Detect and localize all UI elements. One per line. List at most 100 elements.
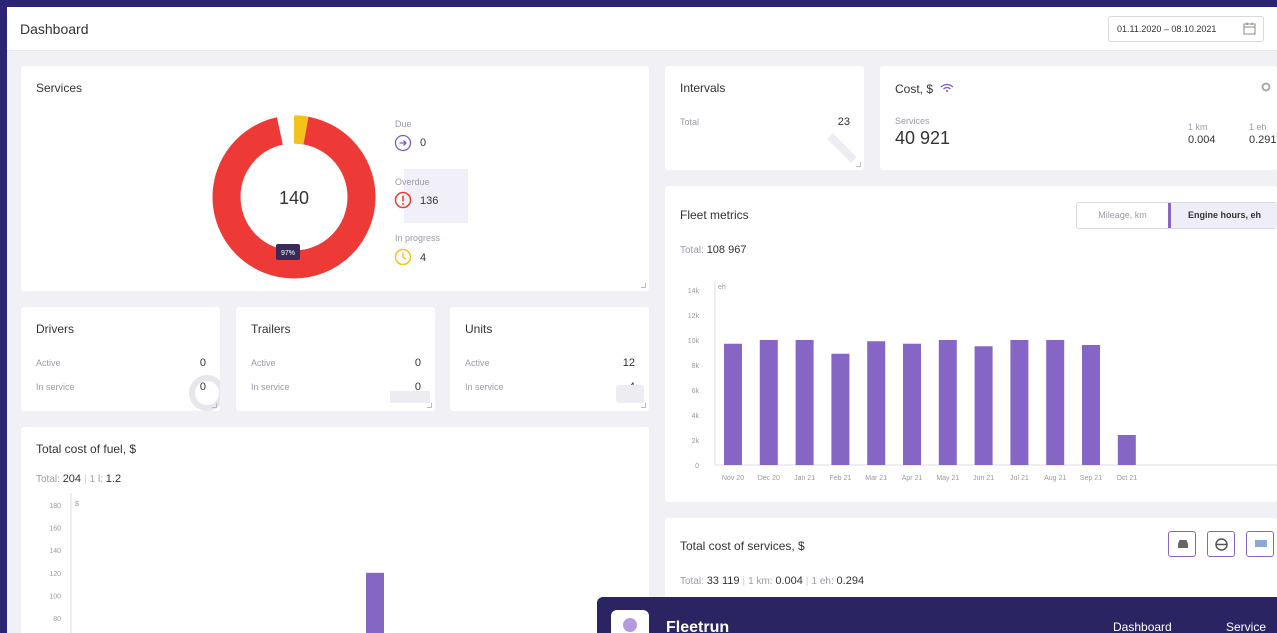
donut-percent-label: 97% [281,250,295,257]
resize-handle[interactable] [856,162,861,167]
y-tick-label: 10k [688,338,700,345]
filter-trailers-button[interactable] [1246,531,1274,557]
cost-services-label: Services [895,116,930,126]
x-tick-label: Aug 21 [1044,475,1066,482]
cost-per-eh-label: 1 eh [1249,122,1267,132]
drivers-active-label: Active [36,358,61,368]
units-active-value: 12 [622,357,635,369]
fleet-metrics-tabs: Mileage, km Engine hours, eh [1076,202,1277,229]
y-tick-label: 14k [688,288,700,295]
fleetrun-logo-icon [611,610,649,633]
bar-aug-21 [1046,340,1065,465]
drivers-active-value: 0 [199,357,206,369]
top-bar: Dashboard 01.11.2020 – 08.10.2021 [7,7,1277,51]
fuel-per-l-value: 1.2 [105,473,122,485]
trailers-active-label: Active [251,358,276,368]
y-tick-label: 140 [49,548,61,555]
bar-mar-21 [867,341,886,465]
resize-handle[interactable] [641,403,646,408]
trailers-in-service-label: In service [251,382,290,392]
alert-circle-icon [394,191,412,209]
x-tick-label: Jul 21 [1010,475,1029,482]
y-tick-label: 100 [49,593,61,600]
fleet-metrics-total: Total: 108 967 [680,244,746,256]
page-title: Dashboard [20,21,89,37]
fuel-cost-card: Total cost of fuel, $ Total: 204 | 1 l: 1.… [21,427,649,633]
y-tick-label: 12k [688,313,700,320]
services-per-km-label: 1 km: [748,576,773,587]
x-tick-label: Feb 21 [830,475,852,482]
filter-drivers-button[interactable] [1207,531,1235,557]
bar-feb-21 [831,353,850,465]
y-tick-label: 80 [53,616,61,623]
services-cost-title: Total cost of services, $ [680,539,805,553]
x-tick-label: Jun 21 [973,475,994,482]
drivers-title: Drivers [36,322,74,336]
fuel-cost-totals: Total: 204 | 1 l: 1.2 [36,473,122,485]
trailers-title: Trailers [251,322,291,336]
fleet-metrics-card: Fleet metrics Mileage, km Engine hours, … [665,186,1277,502]
bar-jul-21 [1010,340,1029,465]
x-tick-label: Apr 21 [902,475,923,482]
filter-units-button[interactable] [1168,531,1196,557]
services-donut-chart: 140 97% [212,115,376,279]
overdue-value: 136 [420,195,439,207]
clock-icon [394,248,412,266]
bar-nov-20 [724,343,742,465]
fleet-metrics-title: Fleet metrics [680,208,749,222]
unit-tag: $ [75,501,79,508]
units-card: Units Active 12 In service 4 [450,307,649,411]
drivers-in-service-label: In service [36,382,75,392]
x-tick-label: May 21 [936,475,959,482]
fuel-per-l-label: 1 l: [89,474,103,485]
trailer-icon [1255,540,1267,547]
bar-sep-21 [1082,345,1100,465]
wifi-icon [940,83,954,92]
app-name: Fleetrun [666,619,730,633]
date-range-picker[interactable]: 01.11.2020 – 08.10.2021 [1108,16,1264,42]
gear-icon[interactable] [1260,81,1272,93]
tab-engine-hours[interactable]: Engine hours, eh [1168,203,1277,228]
resize-handle[interactable] [641,283,646,288]
drivers-card: Drivers Active 0 In service 0 [21,307,220,411]
fuel-cost-chart: 80 100 120 140 160 180 $ [49,493,384,633]
fleet-metrics-chart: 0 2k 4k 6k 8k 10k 12k 14k eh Nov 20 Dec 20 Jan 21 Fe… [688,282,1277,482]
due-value: 0 [420,137,427,149]
tab-mileage[interactable]: Mileage, km [1077,203,1168,228]
cost-per-eh-value: 0.291 [1249,134,1277,146]
x-tick-label: Nov 20 [722,475,744,482]
y-tick-label: 6k [692,388,700,395]
x-tick-label: Sep 21 [1080,475,1102,482]
fleet-total-value: 108 967 [706,244,747,256]
bar-apr-21 [903,343,921,465]
services-title: Services [36,81,83,95]
car-icon [1178,540,1188,548]
bar-jan-21 [795,340,814,465]
y-tick-label: 8k [692,363,700,370]
x-tick-label: Mar 21 [865,475,887,482]
nav-service[interactable]: Service [1226,620,1266,633]
services-per-km-value: 0.004 [775,575,803,587]
services-total-label: Total: [680,576,704,587]
intervals-total-value: 23 [837,116,850,128]
x-tick-label: Oct 21 [1116,475,1137,482]
donut-total: 140 [279,188,309,208]
resize-handle[interactable] [427,403,432,408]
due-label: Due [395,119,412,129]
nav-dashboard[interactable]: Dashboard [1113,620,1172,633]
x-tick-label: Dec 20 [758,475,780,482]
calendar-icon [1243,22,1256,35]
bar-may-21 [938,340,957,465]
cost-per-km-value: 0.004 [1188,134,1216,146]
fuel-bar [366,572,384,633]
services-card: Services 140 97% Due 0 Overdue 136 In pr… [21,66,649,291]
y-tick-label: 0 [695,463,699,470]
services-total-value: 33 119 [706,575,740,587]
bar-oct-21 [1117,435,1136,465]
arrow-right-circle-icon [394,134,412,152]
units-in-service-label: In service [465,382,504,392]
y-tick-label: 2k [692,438,700,445]
cost-card: Cost, $ Services 40 921 1 km 0.004 1 eh … [880,66,1277,170]
resize-handle[interactable] [212,403,217,408]
services-per-eh-label: 1 eh: [811,576,834,587]
